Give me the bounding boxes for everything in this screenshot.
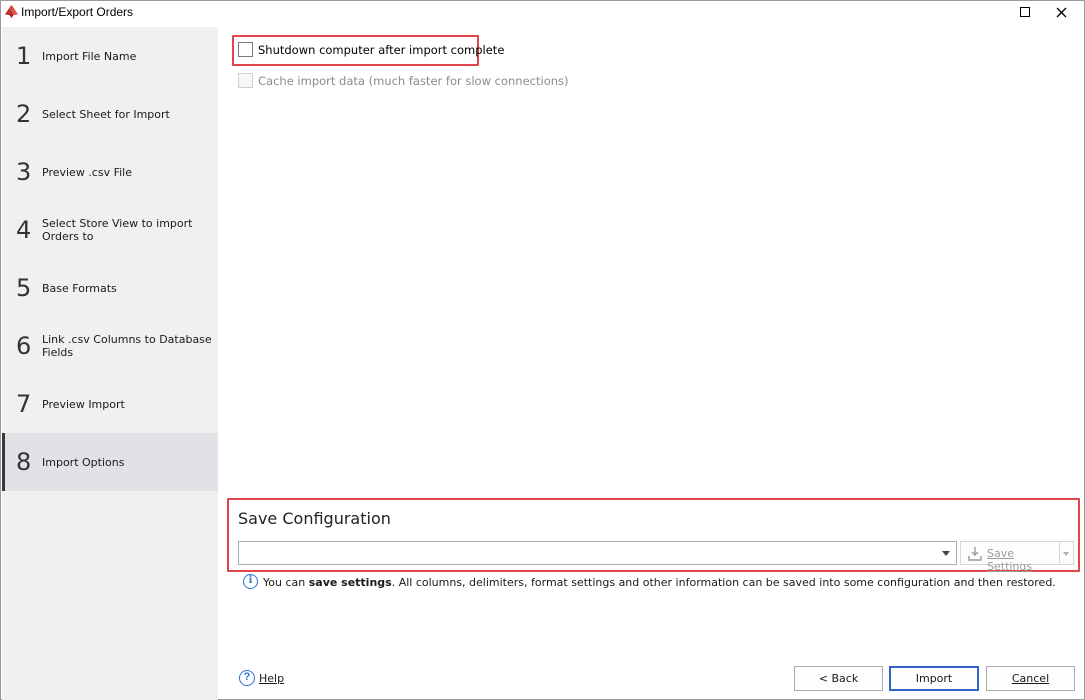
save-config-title: Save Configuration xyxy=(238,509,391,528)
cache-label: Cache import data (much faster for slow … xyxy=(258,74,569,88)
title-bar: Import/Export Orders xyxy=(1,1,1084,25)
step-number: 3 xyxy=(16,158,32,186)
save-settings-button[interactable]: Save Settings xyxy=(960,541,1060,573)
step-number: 4 xyxy=(16,216,32,244)
step-number: 5 xyxy=(16,274,32,302)
back-button-label: < Back xyxy=(818,672,859,685)
step-number: 8 xyxy=(16,448,32,476)
save-settings-label: Save Settings xyxy=(987,547,1033,573)
info-bold: save settings xyxy=(308,576,392,589)
step-number: 7 xyxy=(16,390,32,418)
window-title: Import/Export Orders xyxy=(21,5,134,19)
help-icon[interactable]: ? xyxy=(239,670,255,686)
info-suffix: . All columns, delimiters, format settin… xyxy=(391,576,1056,589)
app-logo-icon xyxy=(4,4,19,19)
step-base-formats[interactable]: 5 Base Formats xyxy=(2,259,218,317)
step-import-options[interactable]: 8 Import Options xyxy=(2,433,218,491)
step-number: 6 xyxy=(16,332,32,360)
cancel-button[interactable]: Cancel xyxy=(986,666,1075,691)
import-button-label: Import xyxy=(915,672,953,685)
info-icon: i xyxy=(243,574,258,589)
configuration-combo[interactable] xyxy=(238,541,957,565)
save-settings-dropdown[interactable] xyxy=(1060,541,1074,565)
step-preview-csv[interactable]: 3 Preview .csv File xyxy=(2,143,218,201)
step-label: Import Options xyxy=(42,455,125,469)
chevron-down-icon[interactable] xyxy=(942,551,950,556)
step-label: Import File Name xyxy=(42,49,137,63)
step-label: Select Store View to import Orders to xyxy=(42,217,193,243)
maximize-button[interactable] xyxy=(1014,3,1036,21)
cache-checkbox[interactable] xyxy=(238,73,253,88)
info-prefix: You can xyxy=(263,576,309,589)
step-import-file-name[interactable]: 1 Import File Name xyxy=(2,27,218,85)
step-number: 1 xyxy=(16,42,32,70)
close-button[interactable] xyxy=(1050,3,1072,21)
maximize-icon xyxy=(1020,7,1030,17)
help-link[interactable]: Help xyxy=(259,672,284,685)
back-button[interactable]: < Back xyxy=(794,666,883,691)
step-select-sheet[interactable]: 2 Select Sheet for Import xyxy=(2,85,218,143)
wizard-steps-sidebar: 1 Import File Name 2 Select Sheet for Im… xyxy=(2,27,218,700)
step-label: Select Sheet for Import xyxy=(42,107,170,121)
close-icon xyxy=(1056,7,1066,17)
shutdown-label: Shutdown computer after import complete xyxy=(258,43,505,57)
step-label: Base Formats xyxy=(42,281,117,295)
save-download-icon xyxy=(968,547,982,561)
step-label: Preview .csv File xyxy=(42,165,133,179)
step-number: 2 xyxy=(16,100,32,128)
import-export-window: Import/Export Orders 1 Import File Name … xyxy=(0,0,1085,700)
save-settings-info: You can save settings. All columns, deli… xyxy=(263,576,1056,589)
import-button[interactable]: Import xyxy=(889,666,979,691)
chevron-down-icon xyxy=(1063,552,1069,556)
step-label: Link .csv Columns to Database Fields xyxy=(42,333,212,359)
step-label: Preview Import xyxy=(42,397,125,411)
step-link-columns[interactable]: 6 Link .csv Columns to Database Fields xyxy=(2,317,218,375)
step-select-store-view[interactable]: 4 Select Store View to import Orders to xyxy=(2,201,218,259)
step-preview-import[interactable]: 7 Preview Import xyxy=(2,375,218,433)
cancel-button-label: Cancel xyxy=(1011,672,1050,685)
shutdown-checkbox[interactable] xyxy=(238,42,253,57)
